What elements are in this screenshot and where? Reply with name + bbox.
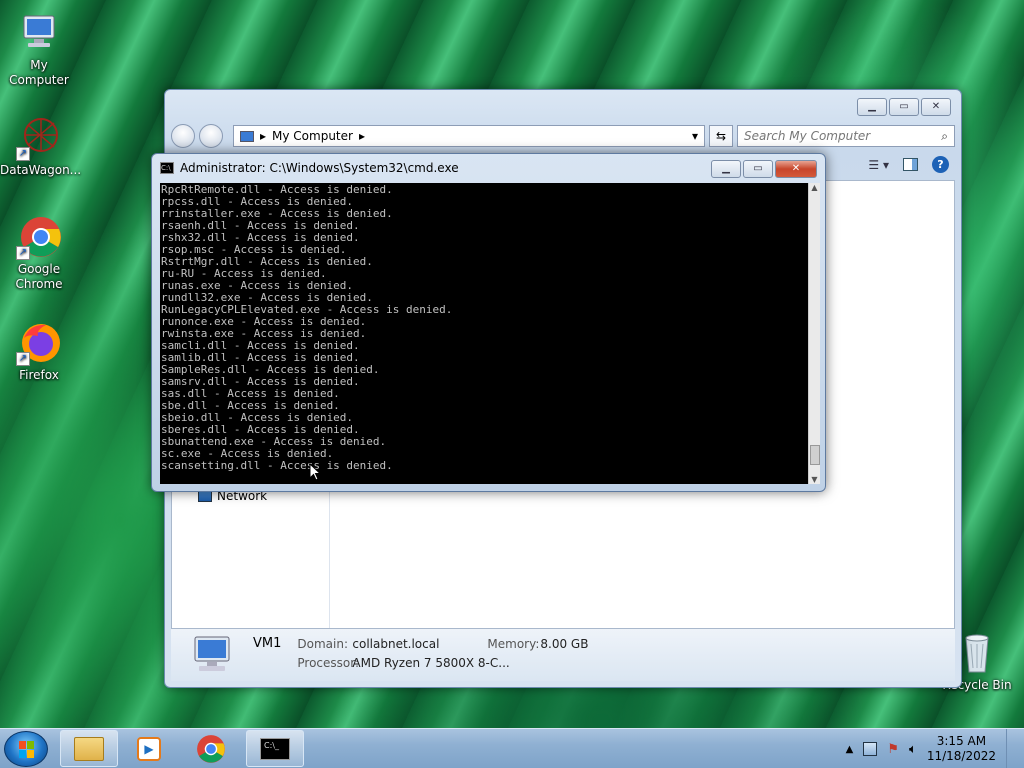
desktop-icon-firefox[interactable]: ↗ Firefox [0, 320, 78, 383]
minimize-button[interactable]: ▁ [711, 160, 741, 178]
back-button[interactable] [171, 124, 195, 148]
desktop-icon-label: DataWagon... [0, 163, 82, 177]
system-tray: ▲ ⚑ 🔈︎ 3:15 AM 11/18/2022 [846, 729, 1016, 768]
desktop-icon-datawagon[interactable]: ↗ DataWagon... [0, 115, 82, 178]
search-icon: ⌕ [941, 128, 948, 143]
mouse-cursor-icon [309, 462, 322, 484]
explorer-nav-row: ▸ My Computer ▸ ▾ ⇆ Search My Computer ⌕ [171, 124, 955, 148]
address-text: My Computer [272, 129, 353, 143]
taskbar-chrome-button[interactable] [182, 730, 240, 767]
maximize-button[interactable]: ▭ [889, 98, 919, 116]
address-bar[interactable]: ▸ My Computer ▸ ▾ [233, 125, 705, 147]
maximize-button[interactable]: ▭ [743, 160, 773, 178]
memory-value: 8.00 GB [540, 637, 589, 651]
forward-button[interactable] [199, 124, 223, 148]
windows-logo-icon [19, 741, 34, 758]
action-center-flag-icon[interactable]: ⚑ [887, 742, 899, 757]
view-options-icon[interactable]: ☰ ▾ [868, 158, 889, 172]
chrome-icon [197, 734, 225, 763]
domain-value: collabnet.local [352, 637, 440, 651]
cmd-icon: C:\_ [260, 737, 290, 760]
preview-pane-icon[interactable] [903, 158, 918, 171]
details-pane: VM1 Domain: collabnet.local Memory: 8.00… [171, 629, 955, 681]
scroll-down-arrow-icon[interactable]: ▼ [809, 475, 820, 484]
console-lines: RpcRtRemote.dll - Access is denied. rpcss… [160, 183, 808, 472]
taskbar: ▶ C:\_ ▲ ⚑ 🔈︎ 3:15 AM 11/18/2022 [0, 728, 1024, 768]
close-button[interactable]: ✕ [775, 160, 817, 178]
taskbar-explorer-button[interactable] [60, 730, 118, 767]
media-player-icon: ▶ [137, 736, 161, 761]
computer-icon [189, 635, 235, 675]
desktop-icon-label: My Computer [9, 58, 69, 87]
shortcut-arrow-icon: ↗ [16, 147, 30, 161]
help-icon[interactable]: ? [932, 156, 949, 173]
vertical-scrollbar[interactable]: ▲ ▼ [808, 183, 820, 484]
close-button[interactable]: ✕ [921, 98, 951, 116]
explorer-toolbar-icons: ☰ ▾ ? [868, 156, 949, 173]
processor-value: AMD Ryzen 7 5800X 8-C... [352, 656, 510, 670]
firefox-icon: ↗ [16, 320, 62, 366]
search-placeholder: Search My Computer [744, 129, 871, 143]
start-button[interactable] [4, 731, 48, 767]
datawagon-icon: ↗ [16, 115, 62, 161]
show-desktop-button[interactable] [1006, 729, 1016, 768]
network-icon[interactable] [863, 742, 878, 756]
volume-icon[interactable]: 🔈︎ [909, 742, 917, 757]
search-input[interactable]: Search My Computer ⌕ [737, 125, 955, 147]
refresh-button[interactable]: ⇆ [709, 125, 733, 147]
computer-icon [240, 130, 254, 142]
cmd-icon: C:\ [160, 162, 174, 174]
desktop-icon-label: Google Chrome [15, 262, 63, 291]
desktop-icon-my-computer[interactable]: My Computer [0, 10, 78, 88]
shortcut-arrow-icon: ↗ [16, 246, 30, 260]
desktop-icon-label: Firefox [19, 368, 59, 382]
cmd-console-output[interactable]: RpcRtRemote.dll - Access is denied. rpcss… [160, 183, 808, 484]
memory-label: Memory: [487, 637, 540, 651]
desktop-icon-google-chrome[interactable]: ↗ Google Chrome [0, 214, 78, 292]
computer-name: VM1 [253, 636, 282, 651]
clock-time: 3:15 AM [936, 734, 987, 748]
explorer-window-controls: ▁ ▭ ✕ [857, 98, 951, 116]
chevron-right-icon: ▸ [358, 129, 365, 143]
scroll-thumb[interactable] [810, 445, 820, 465]
clock[interactable]: 3:15 AM 11/18/2022 [927, 734, 996, 764]
cmd-window[interactable]: C:\ Administrator: C:\Windows\System32\c… [151, 153, 826, 492]
console-line: scansetting.dll - Access is denied. [161, 459, 393, 472]
folder-icon [74, 736, 104, 761]
taskbar-media-player-button[interactable]: ▶ [120, 730, 178, 767]
show-hidden-icons-button[interactable]: ▲ [846, 744, 854, 755]
cmd-window-controls: ▁ ▭ ✕ [711, 160, 817, 178]
processor-label: Processor: [297, 656, 360, 670]
cmd-title-bar: C:\ Administrator: C:\Windows\System32\c… [160, 161, 459, 175]
clock-date: 11/18/2022 [926, 749, 996, 763]
cmd-title: Administrator: C:\Windows\System32\cmd.e… [180, 161, 459, 175]
domain-label: Domain: [297, 637, 348, 651]
minimize-button[interactable]: ▁ [857, 98, 887, 116]
shortcut-arrow-icon: ↗ [16, 352, 30, 366]
taskbar-cmd-button[interactable]: C:\_ [246, 730, 304, 767]
computer-icon [16, 10, 62, 56]
chrome-icon: ↗ [16, 214, 62, 260]
chevron-right-icon: ▸ [260, 129, 267, 143]
scroll-up-arrow-icon[interactable]: ▲ [809, 183, 820, 192]
chevron-down-icon[interactable]: ▾ [692, 129, 698, 143]
